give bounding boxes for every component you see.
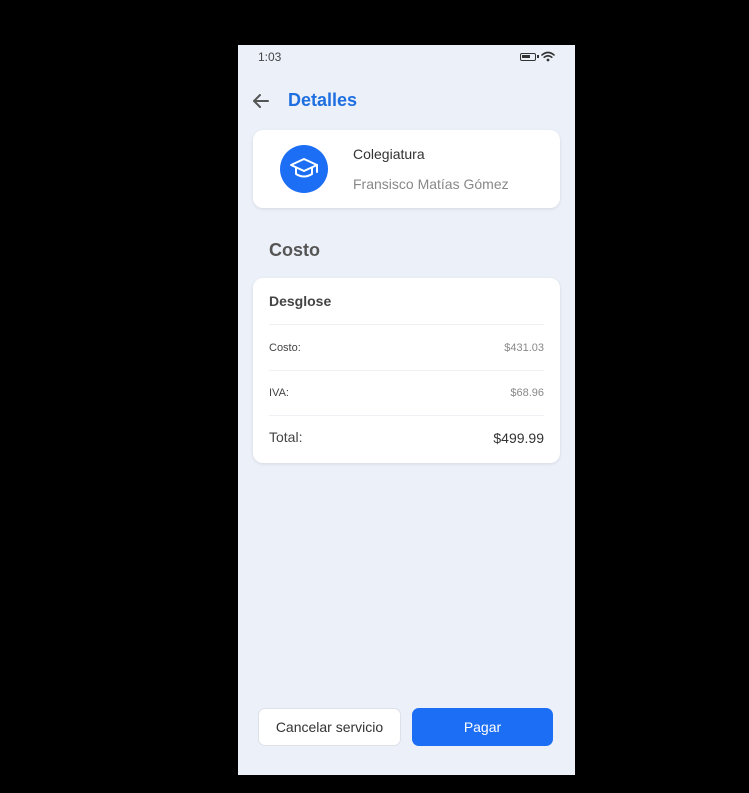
breakdown-row-total: Total: $499.99 [269, 415, 544, 462]
service-person: Fransisco Matías Gómez [353, 176, 509, 192]
cancel-service-button[interactable]: Cancelar servicio [258, 708, 401, 746]
breakdown-row-iva: IVA: $68.96 [269, 370, 544, 416]
app-header: Detalles [238, 83, 575, 117]
section-title: Costo [269, 240, 320, 260]
row-value: $431.03 [504, 342, 544, 354]
row-value: $499.99 [493, 430, 544, 446]
breakdown-card: Desglose Costo: $431.03 IVA: $68.96 Tota… [253, 278, 560, 463]
row-label: Total: [269, 429, 303, 445]
page-title: Detalles [288, 90, 358, 110]
row-label: IVA: [269, 387, 289, 399]
service-name: Colegiatura [353, 146, 425, 162]
wifi-icon [541, 51, 555, 62]
status-bar: 1:03 [238, 45, 575, 69]
status-icons [520, 51, 555, 62]
row-value: $68.96 [510, 387, 544, 399]
row-label: Costo: [269, 342, 301, 354]
arrow-left-icon[interactable] [250, 90, 272, 112]
pay-button[interactable]: Pagar [412, 708, 553, 746]
breakdown-row-cost: Costo: $431.03 [269, 324, 544, 371]
breakdown-title: Desglose [269, 293, 332, 309]
graduation-cap-icon [280, 145, 328, 193]
battery-icon [520, 52, 539, 61]
status-time: 1:03 [258, 50, 282, 64]
service-card: Colegiatura Fransisco Matías Gómez [253, 130, 560, 208]
phone-screen: 1:03 Detalles Colegiatura Fransisco Matí… [238, 45, 575, 775]
